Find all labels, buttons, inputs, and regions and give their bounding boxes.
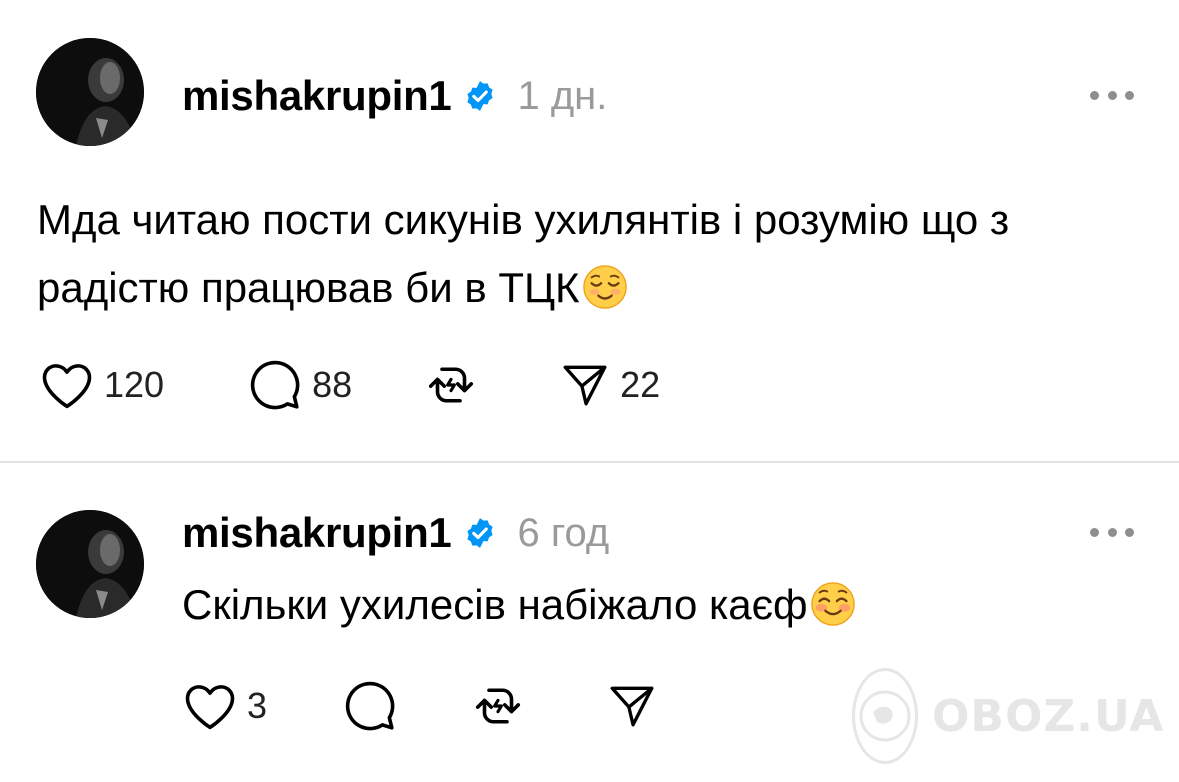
smiling-face-icon bbox=[810, 582, 855, 626]
post-actions: 3 bbox=[183, 679, 657, 733]
avatar[interactable] bbox=[36, 510, 144, 618]
post-text-line: радістю працював би в ТЦК bbox=[37, 254, 1147, 322]
username[interactable]: mishakrupin1 bbox=[182, 509, 452, 557]
share-button[interactable] bbox=[607, 681, 657, 731]
post-header: mishakrupin1 1 дн. bbox=[182, 70, 607, 122]
watermark-text: OBOZ.UA bbox=[932, 690, 1165, 742]
post-text: Скільки ухилесів набіжало каєф bbox=[182, 571, 1142, 639]
reply-count: 88 bbox=[312, 364, 353, 405]
post-text: Мда читаю пости сикунів ухилянтів і розу… bbox=[37, 186, 1147, 322]
post-time: 1 дн. bbox=[517, 73, 608, 118]
thread-post: mishakrupin1 1 дн. Мда читаю пости сикун… bbox=[0, 0, 1179, 462]
relieved-face-icon bbox=[582, 265, 627, 309]
more-options-icon[interactable] bbox=[1090, 89, 1134, 101]
heart-icon bbox=[42, 364, 92, 409]
like-button[interactable]: 3 bbox=[183, 681, 267, 731]
more-options-icon[interactable] bbox=[1090, 526, 1134, 538]
share-count: 22 bbox=[620, 364, 661, 405]
post-text-content: Скільки ухилесів набіжало каєф bbox=[182, 581, 808, 628]
comment-icon bbox=[250, 360, 300, 410]
share-icon bbox=[563, 365, 607, 406]
repost-button[interactable] bbox=[471, 679, 525, 733]
reply-button[interactable]: 88 bbox=[248, 358, 352, 412]
like-count: 120 bbox=[104, 364, 165, 405]
watermark: OBOZ.UA bbox=[852, 666, 1165, 766]
like-button[interactable]: 120 bbox=[40, 360, 164, 410]
post-time: 6 год bbox=[517, 510, 610, 555]
verified-badge-icon bbox=[463, 516, 497, 550]
like-count: 3 bbox=[247, 685, 268, 726]
repost-icon bbox=[429, 367, 474, 403]
post-actions: 120 88 22 bbox=[40, 358, 660, 412]
username[interactable]: mishakrupin1 bbox=[182, 72, 452, 120]
heart-icon bbox=[185, 685, 235, 730]
comment-icon bbox=[345, 681, 395, 731]
share-icon bbox=[610, 686, 654, 727]
verified-badge-icon bbox=[463, 79, 497, 113]
repost-button[interactable] bbox=[424, 358, 478, 412]
share-button[interactable]: 22 bbox=[560, 360, 660, 410]
post-text-line-2: радістю працював би в ТЦК bbox=[37, 264, 580, 311]
reply-button[interactable] bbox=[343, 679, 397, 733]
post-header: mishakrupin1 6 год bbox=[182, 507, 609, 559]
repost-icon bbox=[475, 688, 521, 724]
avatar[interactable] bbox=[36, 38, 144, 146]
post-text-line: Мда читаю пости сикунів ухилянтів і розу… bbox=[37, 196, 1010, 243]
watermark-logo bbox=[852, 668, 918, 764]
